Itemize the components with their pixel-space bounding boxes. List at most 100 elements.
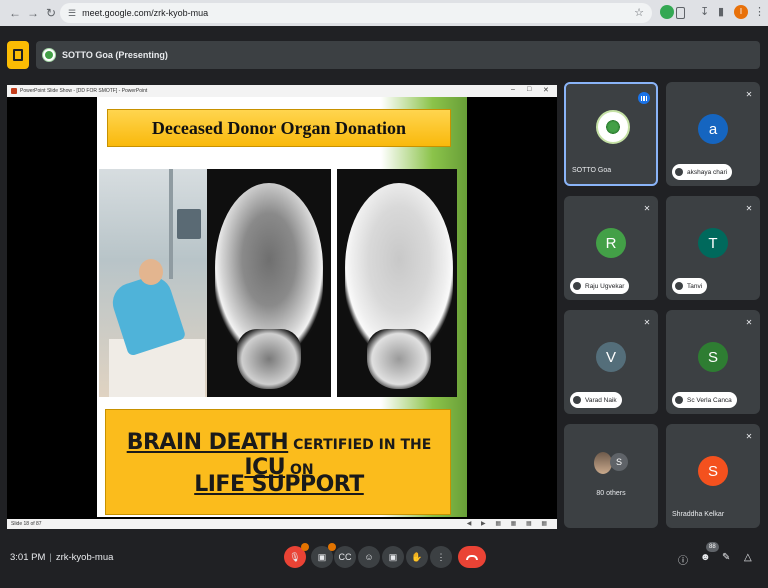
participant-tile[interactable]: ✕ S Shraddha Kelkar: [666, 424, 760, 528]
powerpoint-icon: [11, 88, 17, 94]
participant-name-chip: Tanvi: [672, 278, 708, 294]
others-initial-avatar: S: [610, 453, 628, 471]
meeting-details-button[interactable]: ⓘ: [678, 552, 688, 567]
browser-toolbar: ← → ↻ ☰ meet.google.com/zrk-kyob-mua ☆ ↧…: [0, 0, 768, 26]
activities-icon: △: [744, 552, 752, 563]
participant-name: Shraddha Kelkar: [672, 511, 725, 518]
current-time: 3:01 PM: [10, 552, 46, 563]
participant-tile[interactable]: ✕ a akshaya chari: [666, 82, 760, 186]
meeting-controls-bar: 3:01 PM | zrk-kyob-mua 🎙 ▣ CC ☺ ▣ ✋ ⋮ ⓘ 88…: [0, 540, 768, 588]
speaking-indicator-icon: [638, 92, 650, 104]
back-arrow-icon[interactable]: ←: [6, 4, 24, 22]
forward-arrow-icon[interactable]: →: [24, 4, 42, 22]
slide-counter: Slide 18 of 87: [11, 521, 42, 527]
slide: Deceased Donor Organ Donation BRAIN DEAT…: [97, 97, 467, 517]
ppt-title-bar: PowerPoint Slide Show - [DD FOR SMOTF] -…: [7, 85, 557, 97]
mic-toggle-button[interactable]: 🎙: [284, 543, 309, 568]
address-bar[interactable]: ☰ meet.google.com/zrk-kyob-mua ☆: [60, 3, 652, 23]
extensions-puzzle-icon[interactable]: [676, 7, 685, 19]
side-panel-icon[interactable]: ▮: [718, 5, 724, 18]
participant-avatar: T: [698, 228, 728, 258]
people-button[interactable]: ☻: [700, 552, 711, 563]
ppt-status-bar: Slide 18 of 87 ◀ ▶ ▦ ▦ ▦ ▦: [7, 519, 557, 529]
raise-hand-button[interactable]: ✋: [406, 546, 428, 568]
star-icon[interactable]: ☆: [634, 6, 644, 19]
slide-title: Deceased Donor Organ Donation: [151, 117, 407, 138]
mic-off-icon: 🎙: [289, 551, 301, 562]
more-menu-icon[interactable]: ⋮: [754, 5, 765, 18]
chat-button[interactable]: ✎: [722, 552, 730, 563]
presenting-label: SOTTO Goa (Presenting): [62, 50, 168, 60]
participant-tile[interactable]: ✕ T Tanvi: [666, 196, 760, 300]
participant-name-chip: Varad Naik: [570, 392, 622, 408]
captions-icon: CC: [338, 552, 352, 562]
mic-off-icon: ✕: [643, 204, 651, 213]
participant-name-chip: Sc Verla Canca: [672, 392, 737, 408]
participant-tile[interactable]: ✕ S Sc Verla Canca: [666, 310, 760, 414]
participant-avatar: S: [698, 456, 728, 486]
participant-tile[interactable]: SOTTO Goa: [564, 82, 658, 186]
present-now-button[interactable]: ▣: [382, 546, 404, 568]
mic-off-icon: ✕: [745, 90, 753, 99]
mic-off-icon: ✕: [745, 204, 753, 213]
presentation-stage: PowerPoint Slide Show - [DD FOR SMOTF] -…: [7, 85, 557, 529]
info-icon: ⓘ: [678, 556, 688, 567]
participant-name-chip: akshaya chari: [672, 164, 733, 180]
slide-title-band: Deceased Donor Organ Donation: [107, 109, 451, 147]
people-icon: ☻: [700, 552, 711, 563]
ppt-view-controls[interactable]: ◀ ▶ ▦ ▦ ▦ ▦: [467, 520, 551, 527]
url-text: meet.google.com/zrk-kyob-mua: [82, 8, 209, 18]
pin-icon: [573, 396, 581, 404]
pin-icon: [675, 282, 683, 290]
reload-icon[interactable]: ↻: [42, 4, 60, 22]
activities-button[interactable]: △: [744, 552, 752, 563]
people-count-badge: 88: [706, 542, 719, 552]
brain-death-banner: BRAIN DEATH CERTIFIED IN THE ICU ON LIFE…: [105, 409, 451, 515]
camera-toggle-button[interactable]: ▣: [311, 543, 336, 568]
participant-avatar: V: [596, 342, 626, 372]
camera-icon: ▣: [317, 551, 327, 562]
others-tile[interactable]: S 80 others: [564, 424, 658, 528]
participant-name-chip: Raju Ugvekar: [570, 278, 630, 294]
presenter-chip[interactable]: SOTTO Goa (Presenting): [36, 41, 760, 69]
minimize-icon[interactable]: –: [511, 86, 515, 93]
more-vert-icon: ⋮: [436, 551, 446, 562]
pin-icon: [675, 168, 683, 176]
pin-icon: [573, 282, 581, 290]
angiogram-image-no-flow: [207, 169, 331, 397]
participant-avatar: R: [596, 228, 626, 258]
captions-button[interactable]: CC: [334, 546, 356, 568]
profile-avatar[interactable]: I: [734, 5, 748, 19]
site-info-icon[interactable]: ☰: [68, 8, 76, 19]
meet-header: SOTTO Goa (Presenting): [0, 36, 768, 76]
participant-name: SOTTO Goa: [572, 167, 612, 174]
brain-death-line2: LIFE SUPPORT: [194, 472, 364, 497]
emoji-icon: ☺: [364, 552, 374, 562]
presentation-icon[interactable]: [7, 41, 29, 69]
mic-off-icon: ✕: [745, 318, 753, 327]
participant-tile[interactable]: ✕ R Raju Ugvekar: [564, 196, 658, 300]
presenter-logo-icon: [42, 48, 56, 62]
mic-off-icon: ✕: [745, 432, 753, 441]
icu-patient-photo: [99, 169, 207, 397]
participant-logo-avatar: [596, 110, 630, 144]
leave-call-button[interactable]: [458, 546, 486, 568]
download-icon[interactable]: ↧: [700, 5, 709, 18]
others-label: 80 others: [596, 490, 626, 497]
participant-tile[interactable]: ✕ V Varad Naik: [564, 310, 658, 414]
present-icon: ▣: [388, 551, 398, 562]
more-options-button[interactable]: ⋮: [430, 546, 452, 568]
hand-icon: ✋: [411, 551, 423, 562]
ppt-window-title: PowerPoint Slide Show - [DD FOR SMOTF] -…: [20, 88, 148, 94]
pin-icon: [675, 396, 683, 404]
restore-icon[interactable]: □: [527, 86, 531, 93]
participant-avatar: S: [698, 342, 728, 372]
mic-off-icon: ✕: [643, 318, 651, 327]
meeting-code: zrk-kyob-mua: [55, 552, 114, 563]
chat-icon: ✎: [722, 552, 731, 563]
phone-hangup-icon: [466, 554, 478, 560]
emoji-button[interactable]: ☺: [358, 546, 380, 568]
close-icon[interactable]: ✕: [543, 86, 549, 94]
extension-icon[interactable]: [660, 5, 674, 19]
angiogram-image-normal-flow: [337, 169, 457, 397]
